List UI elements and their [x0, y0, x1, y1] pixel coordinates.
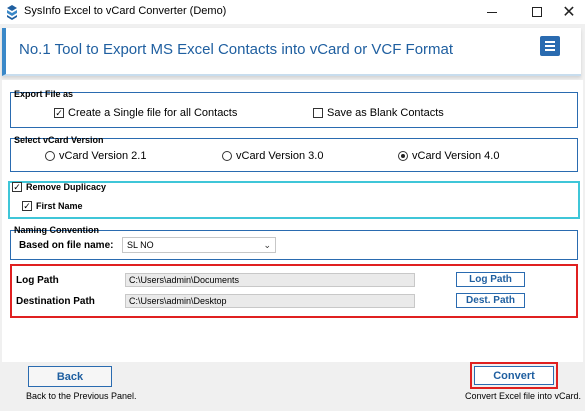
paths-group: Log Path C:\Users\admin\Documents Log Pa…: [10, 264, 578, 318]
log-path-value: C:\Users\admin\Documents: [129, 275, 240, 285]
single-file-checkbox[interactable]: ✓ Create a Single file for all Contacts: [54, 107, 237, 119]
naming-select-value: SL NO: [127, 240, 154, 250]
naming-select[interactable]: SL NO ⌄: [122, 237, 276, 253]
chevron-down-icon: ⌄: [263, 240, 271, 250]
window-title: SysInfo Excel to vCard Converter (Demo): [24, 5, 227, 17]
first-name-label: First Name: [36, 201, 83, 211]
naming-convention-legend: Naming Convention: [14, 225, 99, 235]
vcard-version-legend: Select vCard Version: [14, 135, 104, 145]
export-file-legend: Export File as: [14, 89, 74, 99]
destination-path-label: Destination Path: [16, 296, 95, 307]
remove-duplicacy-label: Remove Duplicacy: [26, 182, 107, 192]
radio-label: vCard Version 3.0: [236, 150, 324, 162]
radio-label: vCard Version 4.0: [412, 150, 500, 162]
blank-contacts-checkbox[interactable]: Save as Blank Contacts: [313, 107, 444, 119]
app-icon: [7, 5, 17, 20]
title-bar: SysInfo Excel to vCard Converter (Demo) …: [0, 0, 585, 24]
header-banner: No.1 Tool to Export MS Excel Contacts in…: [2, 28, 581, 76]
convert-button[interactable]: Convert: [474, 366, 554, 385]
log-path-input[interactable]: C:\Users\admin\Documents: [125, 273, 415, 287]
log-path-button[interactable]: Log Path: [456, 272, 525, 287]
radio-selected-icon: [398, 151, 408, 161]
radio-unselected-icon: [222, 151, 232, 161]
based-on-label: Based on file name:: [19, 240, 114, 251]
destination-path-input[interactable]: C:\Users\admin\Desktop: [125, 294, 415, 308]
radio-vcard-3-0[interactable]: vCard Version 3.0: [222, 150, 323, 162]
remove-duplicacy-checkbox[interactable]: ✓ Remove Duplicacy: [12, 182, 106, 192]
blank-contacts-label: Save as Blank Contacts: [327, 107, 444, 119]
options-panel: Export File as ✓ Create a Single file fo…: [2, 80, 583, 362]
single-file-label: Create a Single file for all Contacts: [68, 107, 238, 119]
checkbox-checked-icon: ✓: [22, 200, 32, 211]
radio-unselected-icon: [45, 151, 55, 161]
radio-label: vCard Version 2.1: [59, 150, 147, 162]
hamburger-menu-icon[interactable]: [540, 36, 560, 56]
header-title: No.1 Tool to Export MS Excel Contacts in…: [19, 41, 454, 58]
first-name-checkbox[interactable]: ✓ First Name: [22, 201, 83, 211]
radio-vcard-2-1[interactable]: vCard Version 2.1: [45, 150, 146, 162]
dest-path-button[interactable]: Dest. Path: [456, 293, 525, 308]
minimize-icon[interactable]: [477, 0, 507, 24]
back-hint: Back to the Previous Panel.: [26, 391, 137, 401]
radio-vcard-4-0[interactable]: vCard Version 4.0: [398, 150, 499, 162]
checkbox-checked-icon: ✓: [12, 181, 22, 192]
checkbox-checked-icon: ✓: [54, 107, 64, 118]
log-path-label: Log Path: [16, 275, 59, 286]
maximize-icon[interactable]: [522, 0, 552, 24]
checkbox-empty-icon: [313, 108, 323, 118]
close-icon[interactable]: ✕: [554, 0, 584, 24]
back-button[interactable]: Back: [28, 366, 112, 387]
convert-hint: Convert Excel file into vCard.: [465, 391, 582, 401]
destination-path-value: C:\Users\admin\Desktop: [129, 296, 227, 306]
